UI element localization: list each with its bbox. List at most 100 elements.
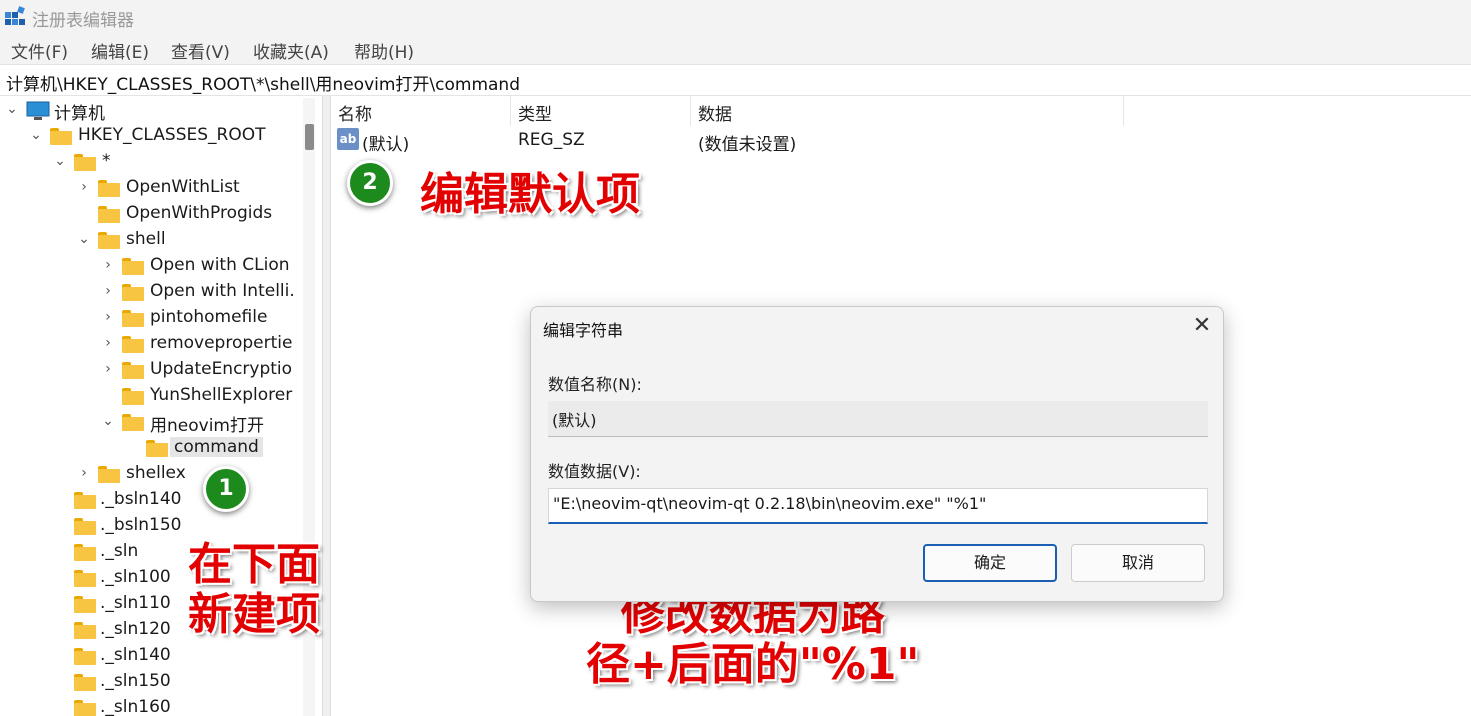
tree-item-hkcr[interactable]: ⌄ HKEY_CLASSES_ROOT: [30, 124, 300, 150]
chevron-down-icon[interactable]: ⌄: [6, 102, 18, 116]
value-name-field: (默认): [548, 401, 1208, 437]
tree-label: *: [102, 151, 111, 171]
folder-icon: [74, 700, 96, 716]
folder-icon: [98, 232, 120, 249]
chevron-right-icon[interactable]: ›: [102, 362, 114, 376]
folder-icon: [50, 128, 72, 145]
chevron-down-icon[interactable]: ⌄: [30, 128, 42, 142]
tree-label: removepropertie: [150, 333, 293, 353]
tree-label: ._bsln150: [100, 515, 182, 535]
chevron-right-icon[interactable]: ›: [102, 310, 114, 324]
tree-item-star[interactable]: ⌄ *: [54, 150, 294, 176]
folder-icon: [74, 622, 96, 639]
tree-scrollbar-thumb[interactable]: [305, 124, 314, 150]
ok-button[interactable]: 确定: [923, 544, 1057, 582]
tree-label: pintohomefile: [150, 307, 268, 327]
value-type-cell[interactable]: REG_SZ: [518, 130, 585, 150]
address-bar[interactable]: 计算机\HKEY_CLASSES_ROOT\*\shell\用neovim打开\…: [0, 64, 1471, 96]
value-name-cell[interactable]: (默认): [362, 130, 409, 155]
annotation-new-key: 在下面 新建项: [188, 539, 320, 640]
tree-item-bsln140[interactable]: ._bsln140: [54, 488, 294, 514]
tree-item-sln150[interactable]: ._sln150: [54, 670, 294, 696]
tree-item-shell[interactable]: ⌄ shell: [78, 228, 298, 254]
chevron-right-icon[interactable]: ›: [78, 180, 90, 194]
value-data-input[interactable]: "E:\neovim-qt\neovim-qt 0.2.18\bin\neovi…: [548, 488, 1208, 524]
dialog-title: 编辑字符串: [543, 321, 624, 340]
tree-item-clion[interactable]: › Open with CLion: [102, 254, 302, 280]
tree-label: Open with CLion: [150, 255, 290, 275]
folder-icon: [98, 180, 120, 197]
column-divider[interactable]: [1123, 96, 1124, 126]
folder-icon: [74, 154, 96, 171]
string-value-icon: ab: [337, 128, 359, 150]
step-badge-1: 1: [203, 466, 249, 512]
pane-splitter[interactable]: [322, 96, 331, 716]
tree-label: shell: [126, 229, 166, 249]
menu-help[interactable]: 帮助(H): [354, 38, 414, 63]
tree-label: OpenWithList: [126, 177, 240, 197]
menu-favorites[interactable]: 收藏夹(A): [253, 38, 329, 63]
tree-label: shellex: [126, 463, 186, 483]
menu-file[interactable]: 文件(F): [11, 38, 68, 63]
tree-item-computer[interactable]: ⌄ 计算机: [6, 98, 306, 124]
tree-item-intellij[interactable]: › Open with Intelli.: [102, 280, 302, 306]
tree-item-pintohomefile[interactable]: › pintohomefile: [102, 306, 302, 332]
chevron-right-icon[interactable]: ›: [78, 466, 90, 480]
tree-label: YunShellExplorer: [150, 385, 293, 405]
chevron-down-icon[interactable]: ⌄: [102, 414, 114, 428]
tree-item-sln140[interactable]: ._sln140: [54, 644, 294, 670]
chevron-down-icon[interactable]: ⌄: [78, 232, 90, 246]
folder-icon: [74, 596, 96, 613]
tree-label: ._sln150: [100, 671, 171, 691]
tree-label: ._sln140: [100, 645, 171, 665]
folder-icon: [122, 258, 144, 275]
close-icon[interactable]: ✕: [1189, 313, 1215, 339]
menu-bar: 文件(F) 编辑(E) 查看(V) 收藏夹(A) 帮助(H): [0, 34, 1471, 64]
tree-item-shellex[interactable]: › shellex: [78, 462, 298, 488]
column-header-name[interactable]: 名称: [338, 100, 372, 125]
address-path[interactable]: 计算机\HKEY_CLASSES_ROOT\*\shell\用neovim打开\…: [6, 70, 520, 95]
tree-item-removeproperties[interactable]: › removepropertie: [102, 332, 302, 358]
tree-item-bsln150[interactable]: ._bsln150: [54, 514, 294, 540]
tree-label: OpenWithProgids: [126, 203, 273, 223]
column-header-data[interactable]: 数据: [698, 100, 732, 125]
window-title: 注册表编辑器: [32, 11, 134, 31]
tree-label: ._sln: [100, 541, 139, 561]
folder-icon: [74, 570, 96, 587]
folder-icon: [122, 414, 144, 431]
folder-icon: [122, 336, 144, 353]
tree-item-openwithprogids[interactable]: OpenWithProgids: [78, 202, 298, 228]
tree-item-yunshellexplorer[interactable]: YunShellExplorer: [102, 384, 302, 410]
tree-label: ._sln100: [100, 567, 171, 587]
tree-label: ._sln120: [100, 619, 171, 639]
tree-item-openwithlist[interactable]: › OpenWithList: [78, 176, 298, 202]
value-name-label: 数值名称(N):: [548, 375, 642, 394]
menu-edit[interactable]: 编辑(E): [91, 38, 149, 63]
menu-view[interactable]: 查看(V): [171, 38, 230, 63]
chevron-right-icon[interactable]: ›: [102, 258, 114, 272]
folder-icon: [74, 674, 96, 691]
folder-icon: [122, 362, 144, 379]
tree-item-command[interactable]: command: [126, 436, 296, 462]
tree-item-neovim[interactable]: ⌄ 用neovim打开: [102, 410, 302, 436]
folder-icon: [122, 284, 144, 301]
tree-item-sln160[interactable]: ._sln160: [54, 696, 294, 716]
edit-string-dialog: 编辑字符串 ✕ 数值名称(N): (默认) 数值数据(V): "E:\neovi…: [530, 306, 1224, 602]
value-data-cell[interactable]: (数值未设置): [698, 130, 796, 155]
folder-icon: [74, 648, 96, 665]
tree-item-updateencryption[interactable]: › UpdateEncryptio: [102, 358, 302, 384]
column-divider[interactable]: [510, 96, 511, 126]
folder-icon: [74, 544, 96, 561]
tree-label: ._bsln140: [100, 489, 182, 509]
chevron-right-icon[interactable]: ›: [102, 284, 114, 298]
chevron-right-icon[interactable]: ›: [102, 336, 114, 350]
column-header-type[interactable]: 类型: [518, 100, 552, 125]
step-badge-2: 2: [347, 160, 393, 206]
cancel-button[interactable]: 取消: [1071, 544, 1205, 582]
chevron-down-icon[interactable]: ⌄: [54, 154, 66, 168]
column-divider[interactable]: [690, 96, 691, 126]
folder-icon: [146, 440, 168, 457]
folder-icon: [122, 310, 144, 327]
title-bar: 注册表编辑器: [0, 0, 1471, 34]
annotation-modify-data: 修改数据为路 径+后面的"%1": [586, 589, 920, 690]
